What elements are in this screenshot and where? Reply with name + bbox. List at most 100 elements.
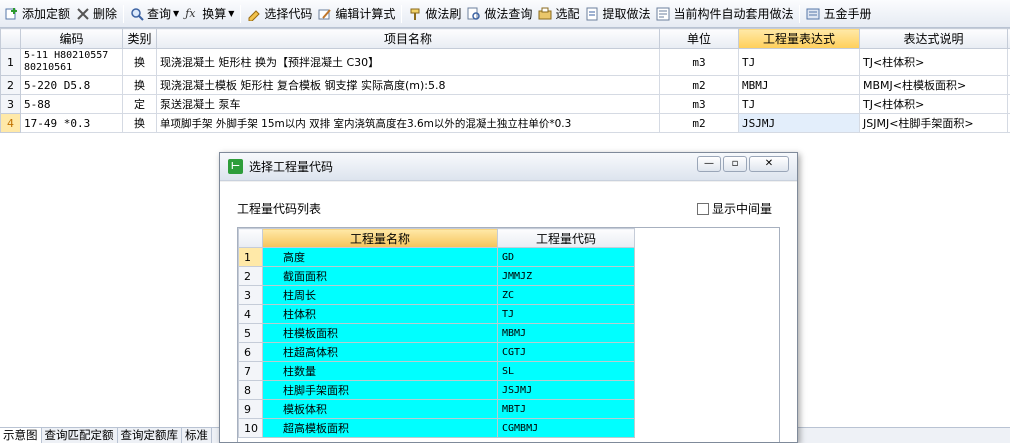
list-item[interactable]: 10 超高模板面积 CGMBMJ	[238, 418, 635, 438]
cell-name[interactable]: 单项脚手架 外脚手架 15m以内 双排 室内浇筑高度在3.6m以外的混凝土独立柱…	[156, 113, 660, 133]
show-intermediate-checkbox[interactable]	[697, 202, 709, 215]
cell-code[interactable]: 5-11 H80210557 80210561	[20, 48, 123, 76]
quantity-name[interactable]: 柱脚手架面积	[262, 380, 498, 400]
cell-unit[interactable]: m3	[659, 48, 739, 76]
tab-standard[interactable]: 标准	[182, 428, 212, 443]
row-number[interactable]: 9	[238, 399, 263, 419]
column-header-expression[interactable]: 工程量表达式	[738, 28, 860, 49]
cell-type[interactable]: 定	[122, 94, 157, 114]
cell-expression-active[interactable]: JSJMJ	[738, 113, 860, 133]
quantity-name[interactable]: 模板体积	[262, 399, 498, 419]
extract-button[interactable]: 提取做法	[582, 3, 653, 25]
column-header-unit[interactable]: 单位	[659, 28, 739, 49]
convert-button[interactable]: ƒx 换算 ▼	[182, 3, 237, 25]
row-number[interactable]: 3	[0, 94, 21, 114]
quantity-code[interactable]: MBTJ	[497, 399, 635, 419]
quantity-name[interactable]: 柱体积	[262, 304, 498, 324]
quantity-name[interactable]: 柱超高体积	[262, 342, 498, 362]
tab-diagram[interactable]: 示意图	[0, 428, 42, 443]
row-number[interactable]: 2	[0, 75, 21, 95]
row-number[interactable]: 10	[238, 418, 263, 438]
column-header-code[interactable]: 编码	[20, 28, 123, 49]
column-header-quantity-name[interactable]: 工程量名称	[262, 228, 498, 248]
cell-type[interactable]: 换	[122, 48, 157, 76]
list-item[interactable]: 3 柱周长 ZC	[238, 285, 635, 305]
row-number[interactable]: 4	[0, 113, 21, 133]
cell-expression[interactable]: TJ	[738, 94, 860, 114]
quantity-code[interactable]: MBMJ	[497, 323, 635, 343]
row-number[interactable]: 3	[238, 285, 263, 305]
add-quota-button[interactable]: 添加定额	[2, 3, 73, 25]
auto-apply-button[interactable]: 当前构件自动套用做法	[653, 3, 796, 25]
table-row[interactable]: 1 5-11 H80210557 80210561 换 现浇混凝土 矩形柱 换为…	[0, 48, 1010, 76]
quantity-code[interactable]: GD	[497, 247, 635, 267]
row-number[interactable]: 1	[238, 247, 263, 267]
list-item[interactable]: 4 柱体积 TJ	[238, 304, 635, 324]
cell-code[interactable]: 5-88	[20, 94, 123, 114]
quantity-code[interactable]: CGTJ	[497, 342, 635, 362]
column-header-type[interactable]: 类别	[122, 28, 157, 49]
maximize-button[interactable]: ▫	[723, 156, 747, 172]
list-item[interactable]: 8 柱脚手架面积 JSJMJ	[238, 380, 635, 400]
cell-description[interactable]: JSJMJ<柱脚手架面积>	[859, 113, 1008, 133]
edit-formula-button[interactable]: 编辑计算式	[315, 3, 398, 25]
table-row-selected[interactable]: 4 17-49 *0.3 换 单项脚手架 外脚手架 15m以内 双排 室内浇筑高…	[0, 113, 1010, 133]
row-number[interactable]: 7	[238, 361, 263, 381]
cell-description[interactable]: TJ<柱体积>	[859, 48, 1008, 76]
table-row[interactable]: 3 5-88 定 泵送混凝土 泵车 m3 TJ TJ<柱体积>	[0, 94, 1010, 114]
cell-description[interactable]: MBMJ<柱模板面积>	[859, 75, 1008, 95]
row-number[interactable]: 2	[238, 266, 263, 286]
show-intermediate-toggle[interactable]: 显示中间量	[697, 200, 772, 217]
cell-description[interactable]: TJ<柱体积>	[859, 94, 1008, 114]
row-number[interactable]: 6	[238, 342, 263, 362]
select-code-button[interactable]: 选择代码	[244, 3, 315, 25]
row-number[interactable]: 4	[238, 304, 263, 324]
tab-match-quota[interactable]: 查询匹配定额	[42, 428, 118, 443]
column-header-description[interactable]: 表达式说明	[859, 28, 1008, 49]
row-number[interactable]: 8	[238, 380, 263, 400]
list-item[interactable]: 7 柱数量 SL	[238, 361, 635, 381]
list-item[interactable]: 9 模板体积 MBTJ	[238, 399, 635, 419]
brush-button[interactable]: 做法刷	[405, 3, 464, 25]
cell-name[interactable]: 泵送混凝土 泵车	[156, 94, 660, 114]
quantity-name[interactable]: 截面面积	[262, 266, 498, 286]
cell-unit[interactable]: m2	[659, 75, 739, 95]
manual-button[interactable]: 五金手册	[803, 3, 874, 25]
cell-name[interactable]: 现浇混凝土 矩形柱 换为【预拌混凝土 C30】	[156, 48, 660, 76]
quantity-code[interactable]: CGMBMJ	[497, 418, 635, 438]
match-button[interactable]: 选配	[535, 3, 582, 25]
row-number[interactable]: 5	[238, 323, 263, 343]
quantity-code[interactable]: TJ	[497, 304, 635, 324]
list-item[interactable]: 5 柱模板面积 MBMJ	[238, 323, 635, 343]
cell-unit[interactable]: m3	[659, 94, 739, 114]
cell-expression[interactable]: MBMJ	[738, 75, 860, 95]
cell-code[interactable]: 17-49 *0.3	[20, 113, 123, 133]
list-item[interactable]: 2 截面面积 JMMJZ	[238, 266, 635, 286]
quantity-code[interactable]: JMMJZ	[497, 266, 635, 286]
tab-quota-library[interactable]: 查询定额库	[118, 428, 182, 443]
cell-name[interactable]: 现浇混凝土模板 矩形柱 复合模板 钢支撑 实际高度(m):5.8	[156, 75, 660, 95]
search-button[interactable]: 查询 ▼	[127, 3, 182, 25]
row-number[interactable]: 1	[0, 48, 21, 76]
list-item[interactable]: 1 高度 GD	[238, 247, 635, 267]
dialog-title-bar[interactable]: ⊢ 选择工程量代码 — ▫ ✕	[220, 153, 797, 181]
minimize-button[interactable]: —	[697, 156, 721, 172]
delete-button[interactable]: 删除	[73, 3, 120, 25]
cell-type[interactable]: 换	[122, 113, 157, 133]
table-row[interactable]: 2 5-220 D5.8 换 现浇混凝土模板 矩形柱 复合模板 钢支撑 实际高度…	[0, 75, 1010, 95]
quantity-name[interactable]: 柱周长	[262, 285, 498, 305]
cell-unit[interactable]: m2	[659, 113, 739, 133]
quantity-code[interactable]: SL	[497, 361, 635, 381]
close-button[interactable]: ✕	[749, 156, 789, 172]
list-item[interactable]: 6 柱超高体积 CGTJ	[238, 342, 635, 362]
quantity-name[interactable]: 高度	[262, 247, 498, 267]
cell-code[interactable]: 5-220 D5.8	[20, 75, 123, 95]
cell-type[interactable]: 换	[122, 75, 157, 95]
method-search-button[interactable]: 做法查询	[464, 3, 535, 25]
quantity-name[interactable]: 柱模板面积	[262, 323, 498, 343]
cell-expression[interactable]: TJ	[738, 48, 860, 76]
quantity-name[interactable]: 柱数量	[262, 361, 498, 381]
quantity-code[interactable]: ZC	[497, 285, 635, 305]
quantity-code[interactable]: JSJMJ	[497, 380, 635, 400]
quantity-name[interactable]: 超高模板面积	[262, 418, 498, 438]
